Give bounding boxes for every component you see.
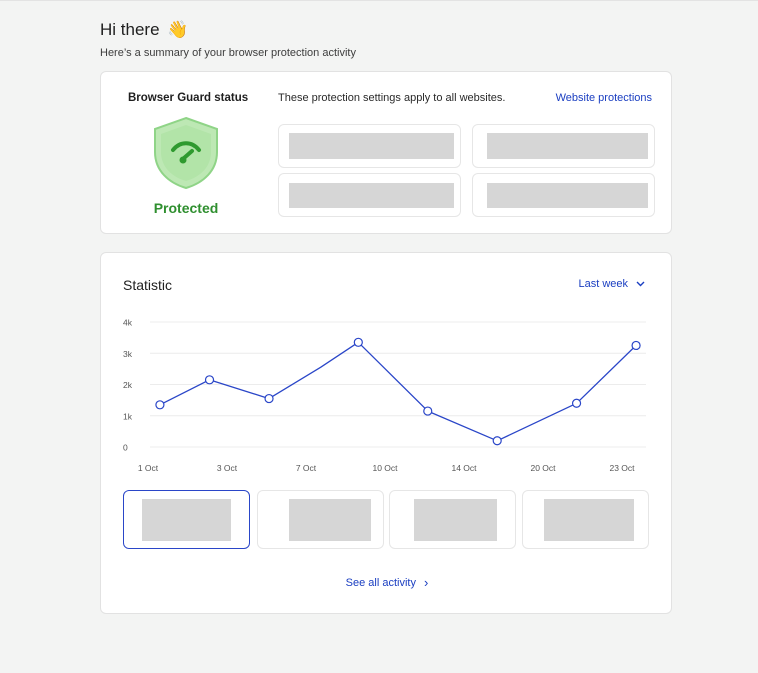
series-line xyxy=(159,341,637,442)
website-protections-link[interactable]: Website protections xyxy=(556,92,652,104)
x-tick-label: 20 Oct xyxy=(530,463,556,473)
stat-summary-tile[interactable] xyxy=(389,490,516,549)
y-tick-label: 1k xyxy=(123,411,133,421)
stat-summary-tile[interactable] xyxy=(522,490,649,549)
data-point xyxy=(204,375,215,385)
x-tick-label: 3 Oct xyxy=(217,463,238,473)
chevron-right-icon: › xyxy=(423,575,429,590)
protection-setting-tile[interactable] xyxy=(472,124,655,168)
y-tick-label: 3k xyxy=(123,349,133,359)
data-point xyxy=(155,400,165,410)
activity-line-chart: 0 1k 2k 3k 4k 1 Oct 3 Oct 7 Oct 10 Oct 14 Oct 20 O… xyxy=(123,318,646,473)
y-tick-label: 4k xyxy=(123,318,133,328)
page-subtitle: Here’s a summary of your browser protect… xyxy=(100,47,356,59)
statistics-card: Statistic Last week 0 1k 2k 3k 4k 1 Oct 3 Oct 7… xyxy=(100,252,672,614)
status-description: These protection settings apply to all w… xyxy=(278,92,506,104)
status-title: Browser Guard status xyxy=(128,92,249,104)
y-tick-label: 2k xyxy=(123,380,133,390)
x-tick-label: 23 Oct xyxy=(609,463,635,473)
status-card: Browser Guard status Protected These pro… xyxy=(100,71,672,234)
protection-setting-tile[interactable] xyxy=(278,173,461,217)
y-tick-label: 0 xyxy=(123,443,128,453)
placeholder-block xyxy=(487,183,648,208)
shield-wifi-icon xyxy=(154,116,218,190)
placeholder-block xyxy=(289,133,454,159)
placeholder-block xyxy=(142,499,231,541)
x-tick-label: 1 Oct xyxy=(138,463,159,473)
placeholder-block xyxy=(487,133,648,159)
data-point xyxy=(631,340,641,351)
see-all-activity-link[interactable]: See all activity › xyxy=(101,575,673,590)
see-all-label: See all activity xyxy=(345,577,416,589)
x-tick-label: 10 Oct xyxy=(372,463,398,473)
top-divider xyxy=(0,0,758,1)
protection-setting-tile[interactable] xyxy=(472,173,655,217)
wave-emoji: 👋 xyxy=(167,20,189,39)
x-tick-label: 14 Oct xyxy=(451,463,477,473)
stat-summary-tile[interactable] xyxy=(257,490,384,549)
data-point xyxy=(571,398,582,408)
greeting-text: Hi there xyxy=(100,20,160,39)
placeholder-block xyxy=(289,499,371,541)
placeholder-block xyxy=(414,499,497,541)
data-point xyxy=(264,393,274,404)
placeholder-block xyxy=(289,183,454,208)
protection-setting-tile[interactable] xyxy=(278,124,461,168)
data-point xyxy=(492,436,502,446)
data-point xyxy=(423,406,433,416)
placeholder-block xyxy=(544,499,634,541)
page-title: Hi there 👋 xyxy=(100,20,188,40)
x-tick-label: 7 Oct xyxy=(296,463,317,473)
protection-state: Protected xyxy=(153,200,219,216)
stat-summary-tile[interactable] xyxy=(123,490,250,549)
data-point xyxy=(353,337,363,347)
